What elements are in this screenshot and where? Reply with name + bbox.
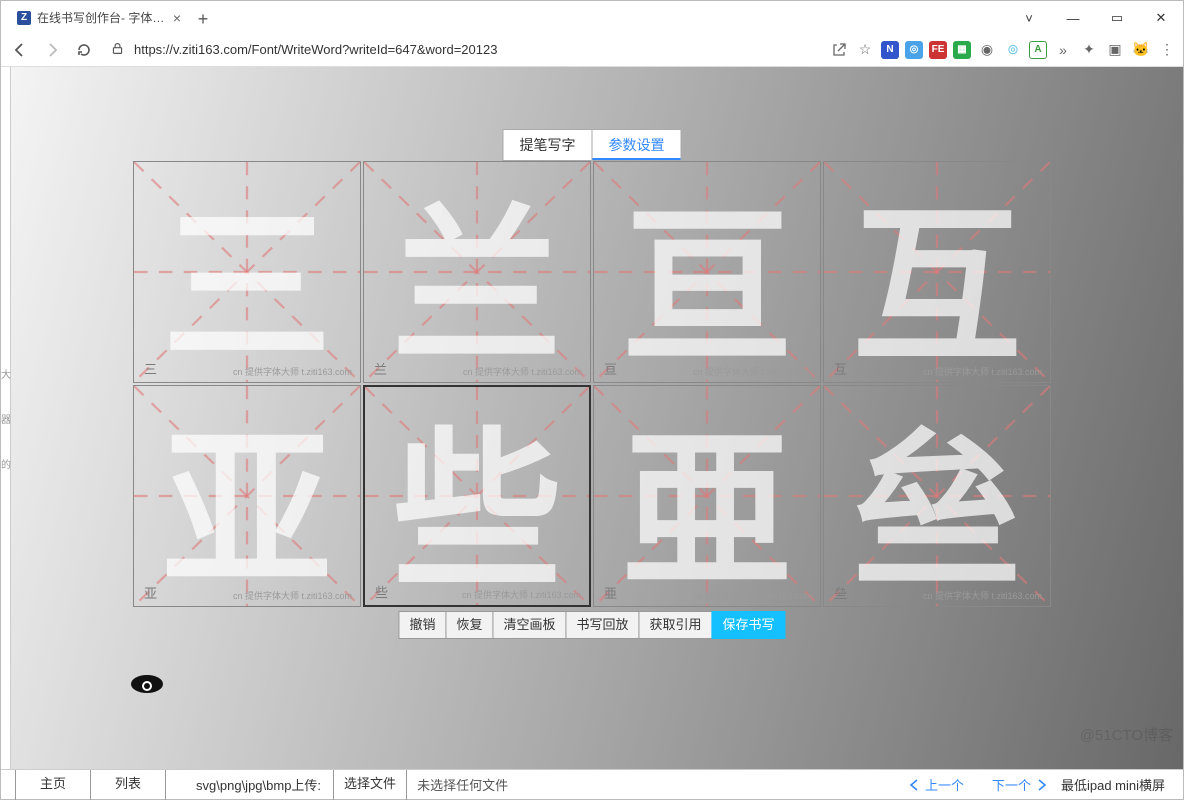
maximize-icon[interactable]: ▭	[1095, 3, 1139, 33]
eye-icon[interactable]	[129, 673, 165, 698]
profile-icon[interactable]: 🐱	[1131, 40, 1151, 60]
puzzle-icon[interactable]: ✦	[1079, 40, 1099, 60]
glyph: 亚	[134, 386, 360, 606]
browser-titlebar: Z 在线书写创作台- 字体大师 × + ˅ — ▭ ✕	[1, 1, 1183, 33]
ext-new-icon[interactable]: N	[881, 41, 899, 59]
cell-watermark: cn 提供字体大师 t.ziti163.com	[693, 365, 812, 378]
cell-label: 亘	[604, 359, 617, 378]
cell-watermark: cn 提供字体大师 t.ziti163.com	[693, 589, 812, 602]
cell-watermark: cn 提供字体大师 t.ziti163.com	[233, 589, 352, 602]
character-cell[interactable]: 兰兰cn 提供字体大师 t.ziti163.com	[363, 161, 591, 383]
cell-label: 互	[834, 359, 847, 378]
min-device-label: 最低ipad mini横屏	[1061, 775, 1165, 794]
favicon-icon: Z	[17, 11, 31, 25]
toolbar-icons: ☆ N ◎ FE ▦ ◉ ⊚ A » ✦ ▣ 🐱 ⋮	[829, 40, 1177, 60]
page-content: 大器的 提笔写字 参数设置 三三cn 提供字体大师 t.ziti163.com兰…	[1, 67, 1183, 769]
character-cell[interactable]: 亜亜cn 提供字体大师 t.ziti163.com	[593, 385, 821, 607]
list-button[interactable]: 列表	[90, 770, 166, 800]
action-bar: 撤销 恢复 清空画板 书写回放 获取引用 保存书写	[398, 611, 785, 639]
glyph: 兰	[364, 162, 590, 382]
cell-watermark: cn 提供字体大师 t.ziti163.com	[923, 365, 1042, 378]
cell-watermark: cn 提供字体大师 t.ziti163.com	[463, 365, 582, 378]
address-bar: ☆ N ◎ FE ▦ ◉ ⊚ A » ✦ ▣ 🐱 ⋮	[1, 33, 1183, 67]
character-cell[interactable]: 互互cn 提供字体大师 t.ziti163.com	[823, 161, 1051, 383]
ext-wave-icon[interactable]: ⊚	[1003, 40, 1023, 60]
cell-watermark: cn 提供字体大师 t.ziti163.com	[233, 365, 352, 378]
ext-a-icon[interactable]: A	[1029, 41, 1047, 59]
clear-button[interactable]: 清空画板	[492, 611, 566, 639]
cell-label: 亚	[144, 583, 157, 602]
window-controls: ˅ — ▭ ✕	[1007, 3, 1183, 33]
cell-label: 三	[144, 359, 157, 378]
ext-blue-icon[interactable]: ◎	[905, 41, 923, 59]
glyph: 亜	[594, 386, 820, 606]
close-icon[interactable]: ✕	[1139, 3, 1183, 33]
cell-watermark: cn 提供字体大师 t.ziti163.com	[462, 588, 581, 601]
minimize-icon[interactable]: —	[1051, 3, 1095, 33]
ext-green-icon[interactable]: ▦	[953, 41, 971, 59]
cell-label: 亜	[604, 583, 617, 602]
glyph: 亘	[594, 162, 820, 382]
file-status: 未选择任何文件	[417, 775, 508, 794]
upload-label: svg\png\jpg\bmp上传:	[196, 775, 321, 794]
ext-fe-icon[interactable]: FE	[929, 41, 947, 59]
next-button[interactable]: 下一个	[992, 775, 1047, 794]
replay-button[interactable]: 书写回放	[566, 611, 640, 639]
cell-label: 些	[375, 582, 388, 601]
new-tab-button[interactable]: +	[189, 5, 217, 33]
share-icon[interactable]	[829, 40, 849, 60]
panel-icon[interactable]: ▣	[1105, 40, 1125, 60]
quote-button[interactable]: 获取引用	[639, 611, 713, 639]
cell-label: 兰	[374, 359, 387, 378]
undo-button[interactable]: 撤销	[398, 611, 446, 639]
star-icon[interactable]: ☆	[855, 40, 875, 60]
glyph: 亝	[824, 386, 1050, 606]
mode-tabs: 提笔写字 参数设置	[503, 129, 682, 161]
cell-watermark: cn 提供字体大师 t.ziti163.com	[923, 589, 1042, 602]
bottom-bar: 主页 列表 svg\png\jpg\bmp上传: 选择文件 未选择任何文件 上一…	[1, 769, 1183, 799]
reload-button[interactable]	[71, 37, 97, 63]
glyph: 些	[365, 387, 589, 605]
back-button[interactable]	[7, 37, 33, 63]
ext-circle-icon[interactable]: ◉	[977, 40, 997, 60]
kebab-icon[interactable]: ⋮	[1157, 40, 1177, 60]
cell-label: 亝	[834, 583, 847, 602]
tab-title: 在线书写创作台- 字体大师	[37, 9, 167, 26]
tab-params[interactable]: 参数设置	[593, 130, 681, 160]
glyph: 互	[824, 162, 1050, 382]
chevron-down-icon[interactable]: ˅	[1007, 3, 1051, 33]
character-grid: 三三cn 提供字体大师 t.ziti163.com兰兰cn 提供字体大师 t.z…	[133, 161, 1051, 607]
character-cell[interactable]: 三三cn 提供字体大师 t.ziti163.com	[133, 161, 361, 383]
forward-button[interactable]	[39, 37, 65, 63]
chevron-right-icon[interactable]: »	[1053, 40, 1073, 60]
lock-icon	[111, 42, 124, 58]
url-input[interactable]	[134, 38, 574, 61]
character-cell[interactable]: 亘亘cn 提供字体大师 t.ziti163.com	[593, 161, 821, 383]
redo-button[interactable]: 恢复	[445, 611, 493, 639]
save-button[interactable]: 保存书写	[712, 611, 786, 639]
browser-tab[interactable]: Z 在线书写创作台- 字体大师 ×	[9, 3, 189, 33]
watermark: @51CTO博客	[1080, 724, 1173, 745]
character-cell[interactable]: 亝亝cn 提供字体大师 t.ziti163.com	[823, 385, 1051, 607]
choose-file-button[interactable]: 选择文件	[333, 770, 407, 800]
character-cell[interactable]: 亚亚cn 提供字体大师 t.ziti163.com	[133, 385, 361, 607]
tab-close-icon[interactable]: ×	[173, 10, 181, 26]
left-edge: 大器的	[1, 67, 11, 769]
character-cell[interactable]: 些些cn 提供字体大师 t.ziti163.com	[363, 385, 591, 607]
glyph: 三	[134, 162, 360, 382]
tab-write[interactable]: 提笔写字	[504, 130, 593, 160]
home-button[interactable]: 主页	[15, 770, 91, 800]
prev-button[interactable]: 上一个	[909, 775, 964, 794]
